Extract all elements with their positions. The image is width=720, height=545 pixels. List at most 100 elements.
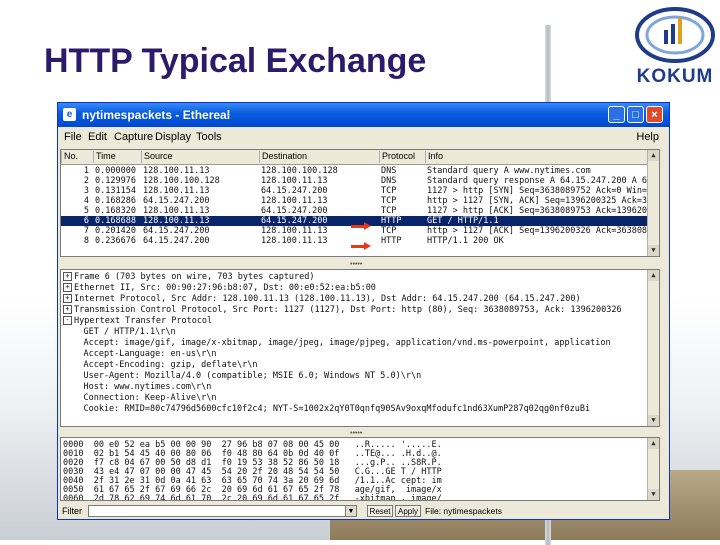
packet-cell-time: 0.129976 [95,176,136,186]
filter-dropdown-icon[interactable]: ▼ [345,505,357,517]
packet-cell-no: 2 [83,176,89,186]
packet-cell-dst: 128.100.11.13 [261,176,328,186]
packet-cell-proto: TCP [381,186,397,196]
pane-splitter-top[interactable]: ••••• [60,259,660,268]
scroll-down-icon[interactable]: ▼ [648,415,659,426]
packet-cell-time: 0.131154 [95,186,136,196]
packet-cell-src: 128.100.11.13 [143,216,210,226]
expand-icon[interactable]: + [63,305,72,314]
menu-file[interactable]: File [64,131,82,143]
close-button[interactable]: × [646,106,663,123]
red-arrow-get [351,222,371,230]
pane-splitter-bottom[interactable]: ••••• [60,428,660,437]
packet-cell-time: 0.236676 [95,236,136,246]
menu-capture[interactable]: Capture [114,131,153,143]
detail-line[interactable]: User-Agent: Mozilla/4.0 (compatible; MSI… [63,371,643,382]
expand-icon[interactable]: + [63,283,72,292]
packet-cell-time: 0.000000 [95,166,136,176]
detail-text: Accept-Encoding: gzip, deflate\r\n [63,360,258,370]
detail-text: Internet Protocol, Src Addr: 128.100.11.… [74,294,581,304]
detail-line[interactable]: + Frame 6 (703 bytes on wire, 703 bytes c… [63,272,643,283]
detail-line[interactable]: - Hypertext Transfer Protocol [63,316,643,327]
menu-help[interactable]: Help [636,131,659,143]
detail-text: Accept: image/gif, image/x-xbitmap, imag… [63,338,611,348]
packet-bytes-pane: 0000 00 e0 52 ea b5 00 00 90 27 96 b8 07… [60,437,660,501]
packet-cell-no: 7 [83,226,89,236]
packet-cell-info: HTTP/1.1 200 OK [427,236,504,246]
scroll-down-icon[interactable]: ▼ [648,245,659,256]
detail-line[interactable]: + Transmission Control Protocol, Src Port… [63,305,643,316]
scroll-up-icon[interactable]: ▲ [648,438,659,449]
packet-cell-src: 128.100.100.128 [143,176,220,186]
packet-cell-info: 1127 > http [ACK] Seq=3638089753 Ack=139… [427,206,647,216]
hex-line: 0060 2d 78 62 69 74 6d 61 70 2c 20 69 6d… [63,494,442,501]
packet-cell-dst: 128.100.100.128 [261,166,338,176]
packet-row[interactable]: 1 0.000000 128.100.11.13 128.100.100.128 DNS… [61,166,647,176]
packet-cell-src: 64.15.247.200 [143,226,210,236]
scroll-up-icon[interactable]: ▲ [648,270,659,281]
packet-cell-proto: TCP [381,196,397,206]
packet-cell-src: 128.100.11.13 [143,186,210,196]
column-header-info[interactable]: Info [425,151,647,163]
packet-details-pane: + Frame 6 (703 bytes on wire, 703 bytes c… [60,269,660,427]
detail-text: Host: www.nytimes.com\r\n [63,382,212,392]
packet-cell-time: 0.201420 [95,226,136,236]
expand-icon[interactable]: + [63,272,72,281]
detail-line[interactable]: Host: www.nytimes.com\r\n [63,382,643,393]
file-status-label: File: nytimespackets [425,506,502,516]
packet-cell-info: Standard query response A 64.15.247.200 … [427,176,647,186]
details-scrollbar[interactable]: ▲ ▼ [647,270,659,426]
packet-row[interactable]: 3 0.131154 128.100.11.13 64.15.247.200 TCP 11… [61,186,647,196]
packet-cell-info: 1127 > http [SYN] Seq=3638089752 Ack=0 W… [427,186,647,196]
column-header-time[interactable]: Time [93,151,141,163]
packet-cell-proto: DNS [381,176,397,186]
packet-cell-no: 5 [83,206,89,216]
packet-cell-dst: 128.100.11.13 [261,196,328,206]
packet-row[interactable]: 4 0.168286 64.15.247.200 128.100.11.13 TCP ht… [61,196,647,206]
bytes-scrollbar[interactable]: ▲ ▼ [647,438,659,500]
detail-line[interactable]: Accept-Encoding: gzip, deflate\r\n [63,360,643,371]
column-header-no[interactable]: No. [61,151,93,163]
detail-line[interactable]: GET / HTTP/1.1\r\n [63,327,643,338]
column-header-destination[interactable]: Destination [259,151,379,163]
packet-row[interactable]: 2 0.129976 128.100.100.128 128.100.11.13 DNS… [61,176,647,186]
detail-line[interactable]: Cookie: RMID=80c74796d5600cfc10f2c4; NYT… [63,404,643,415]
apply-button[interactable]: Apply [395,505,421,517]
packet-cell-src: 128.100.11.13 [143,166,210,176]
detail-text: Frame 6 (703 bytes on wire, 703 bytes ca… [74,272,315,282]
packet-row[interactable]: 5 0.168320 128.100.11.13 64.15.247.200 TCP 11… [61,206,647,216]
minimize-button[interactable]: _ [608,106,625,123]
packet-cell-info: http > 1127 [SYN, ACK] Seq=1396200325 Ac… [427,196,647,206]
detail-text: GET / HTTP/1.1\r\n [63,327,176,337]
packet-cell-no: 6 [83,216,89,226]
packet-cell-src: 64.15.247.200 [143,236,210,246]
packet-list-pane: No. Time Source Destination Protocol Inf… [60,149,660,257]
menu-display[interactable]: Display [155,131,191,143]
packet-cell-no: 4 [83,196,89,206]
column-header-source[interactable]: Source [141,151,259,163]
packet-cell-src: 64.15.247.200 [143,196,210,206]
scroll-up-icon[interactable]: ▲ [648,150,659,161]
kokum-logo: KOKUM [632,4,718,96]
window-titlebar[interactable]: e nytimespackets - Ethereal _ □ × [58,103,669,127]
detail-text: Accept-Language: en-us\r\n [63,349,217,359]
reset-button[interactable]: Reset [367,505,393,517]
menu-tools[interactable]: Tools [196,131,222,143]
packet-cell-no: 1 [83,166,89,176]
ethereal-app-icon: e [63,108,76,121]
detail-line[interactable]: + Internet Protocol, Src Addr: 128.100.11… [63,294,643,305]
scroll-down-icon[interactable]: ▼ [648,489,659,500]
detail-line[interactable]: Accept: image/gif, image/x-xbitmap, imag… [63,338,643,349]
expand-icon[interactable]: + [63,294,72,303]
packet-list-scrollbar[interactable]: ▲ ▼ [647,150,659,256]
maximize-button[interactable]: □ [627,106,644,123]
packet-cell-dst: 64.15.247.200 [261,206,328,216]
detail-line[interactable]: + Ethernet II, Src: 00:90:27:96:b8:07, Ds… [63,283,643,294]
menu-edit[interactable]: Edit [88,131,107,143]
filter-input[interactable] [88,505,346,517]
collapse-icon[interactable]: - [63,316,72,325]
detail-line[interactable]: Connection: Keep-Alive\r\n [63,393,643,404]
detail-line[interactable]: Accept-Language: en-us\r\n [63,349,643,360]
packet-cell-proto: TCP [381,226,397,236]
column-header-protocol[interactable]: Protocol [379,151,425,163]
